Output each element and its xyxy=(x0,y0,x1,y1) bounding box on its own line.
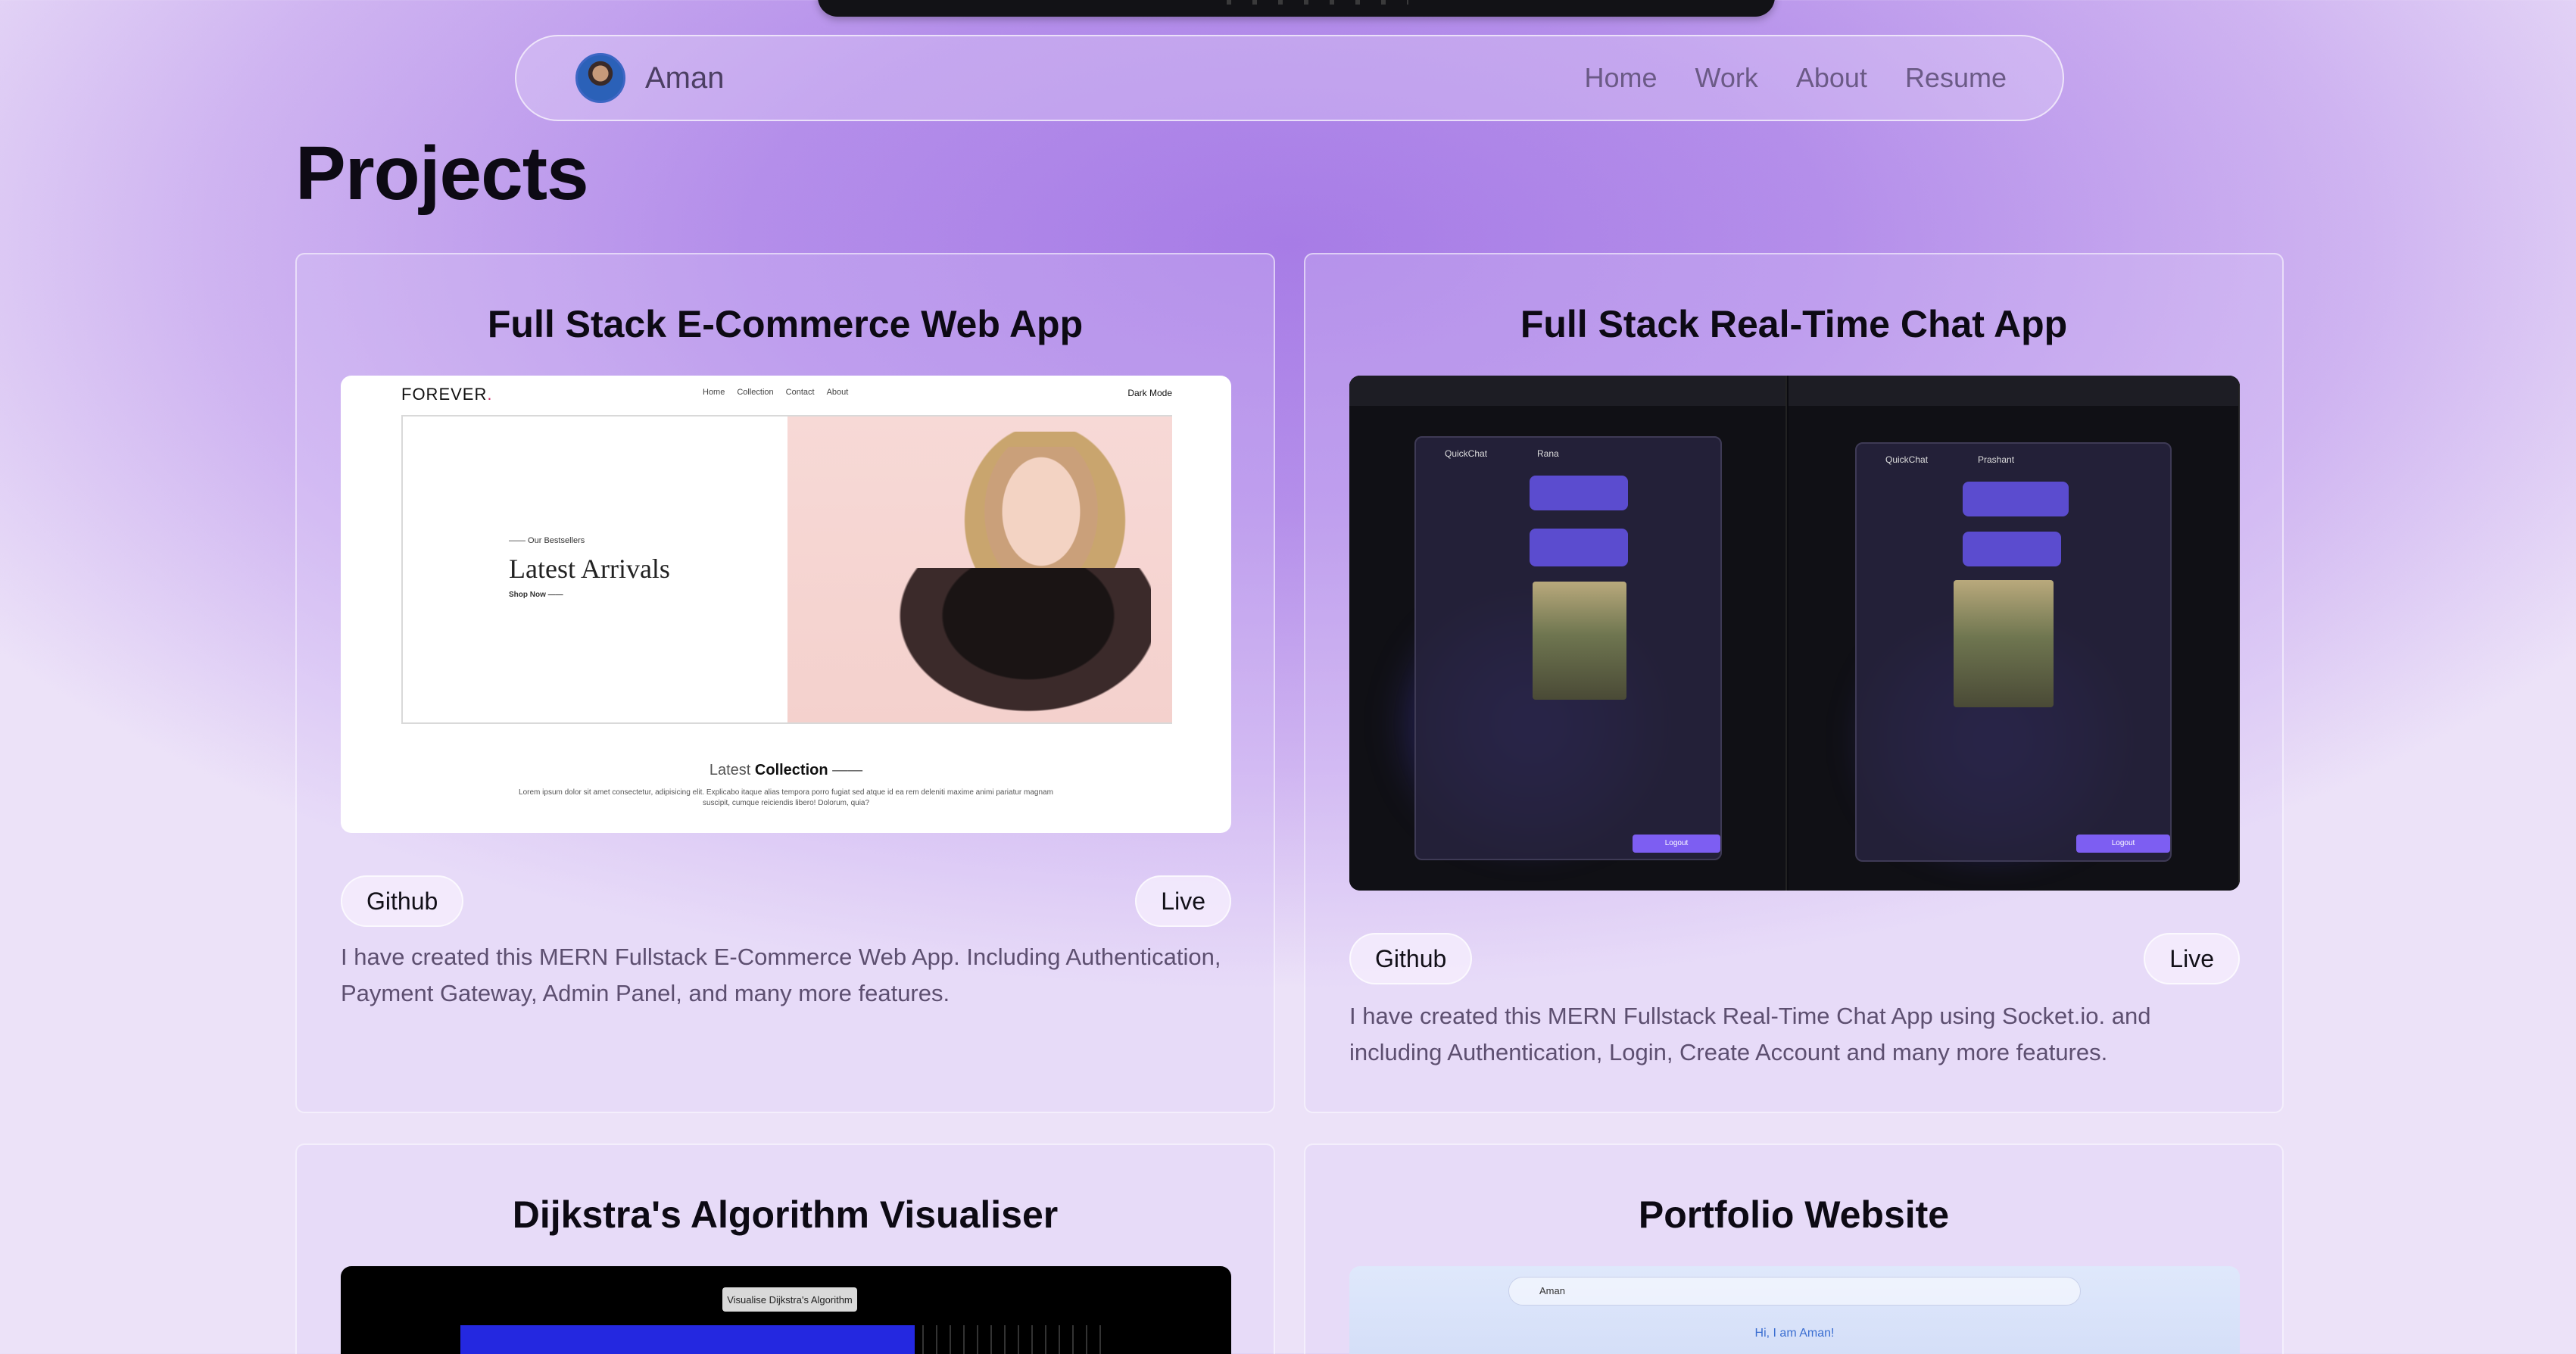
screenshot-dark-mode: Dark Mode xyxy=(1127,388,1172,398)
screenshot-header: FOREVER. Home Collection Contact About D… xyxy=(341,376,1231,412)
chat-window-right: QuickChat Prashant Logout xyxy=(1855,442,2172,862)
project-screenshot[interactable]: Aman Hi, I am Aman! xyxy=(1349,1266,2240,1354)
project-description: I have created this MERN Fullstack E-Com… xyxy=(341,944,1221,1006)
screenshot-collection-heading: Latest Collection —— xyxy=(709,762,863,778)
project-title: Full Stack Real-Time Chat App xyxy=(1520,303,2068,345)
screenshot-visualise-button: Visualise Dijkstra's Algorithm xyxy=(722,1287,857,1312)
chat-window-left: QuickChat Rana Logout xyxy=(1414,436,1722,860)
project-card-chat: Full Stack Real-Time Chat App QuickChat … xyxy=(1304,253,2284,1113)
screenshot-logo: FOREVER. xyxy=(401,385,493,404)
nav-link-home[interactable]: Home xyxy=(1584,62,1657,94)
hero-model-image xyxy=(787,416,1172,727)
live-button[interactable]: Live xyxy=(2144,933,2240,984)
screenshot-hero: —— Our Bestsellers Latest Arrivals Shop … xyxy=(401,415,1172,727)
screenshot-lorem: Lorem ipsum dolor sit amet consectetur, … xyxy=(519,788,1053,807)
project-description: I have created this MERN Fullstack Real-… xyxy=(1349,1003,2151,1065)
device-mockup xyxy=(818,0,1775,17)
project-card-portfolio: Portfolio Website Aman Hi, I am Aman! xyxy=(1304,1143,2284,1354)
screenshot-browser-left: QuickChat Rana Logout xyxy=(1349,376,1787,891)
keyboard-keys xyxy=(1227,0,1408,5)
project-title: Full Stack E-Commerce Web App xyxy=(487,303,1084,345)
live-button[interactable]: Live xyxy=(1135,875,1231,927)
screenshot-browser-right: QuickChat Prashant Logout xyxy=(1789,376,2240,891)
project-title: Portfolio Website xyxy=(1638,1193,1950,1236)
github-button[interactable]: Github xyxy=(1349,933,1473,984)
screenshot-navbar: Aman xyxy=(1508,1277,2081,1306)
project-card-dijkstra: Dijkstra's Algorithm Visualiser Visualis… xyxy=(295,1143,1275,1354)
project-actions: Github Live xyxy=(341,875,1231,927)
screenshot-greeting: Hi, I am Aman! xyxy=(1754,1327,1835,1340)
github-button[interactable]: Github xyxy=(341,875,464,927)
nav-link-work[interactable]: Work xyxy=(1695,62,1758,94)
nav-link-about[interactable]: About xyxy=(1796,62,1867,94)
screenshot-menu: Home Collection Contact About xyxy=(703,388,849,397)
screenshot-grid xyxy=(460,1325,1112,1354)
project-card-ecommerce: Full Stack E-Commerce Web App FOREVER. H… xyxy=(295,253,1275,1113)
project-screenshot[interactable]: FOREVER. Home Collection Contact About D… xyxy=(341,376,1231,833)
brand-name: Aman xyxy=(645,61,725,95)
page-title: Projects xyxy=(295,131,589,216)
project-screenshot[interactable]: Visualise Dijkstra's Algorithm xyxy=(341,1266,1231,1354)
project-actions: Github Live xyxy=(1349,933,2240,984)
avatar xyxy=(575,53,625,103)
nav-link-resume[interactable]: Resume xyxy=(1905,62,2007,94)
nav-links: Home Work About Resume xyxy=(1584,62,2007,94)
project-screenshot[interactable]: QuickChat Rana Logout QuickChat Prashant… xyxy=(1349,376,2240,891)
brand[interactable]: Aman xyxy=(575,53,725,103)
navbar: Aman Home Work About Resume xyxy=(515,35,2064,121)
project-title: Dijkstra's Algorithm Visualiser xyxy=(512,1193,1059,1236)
